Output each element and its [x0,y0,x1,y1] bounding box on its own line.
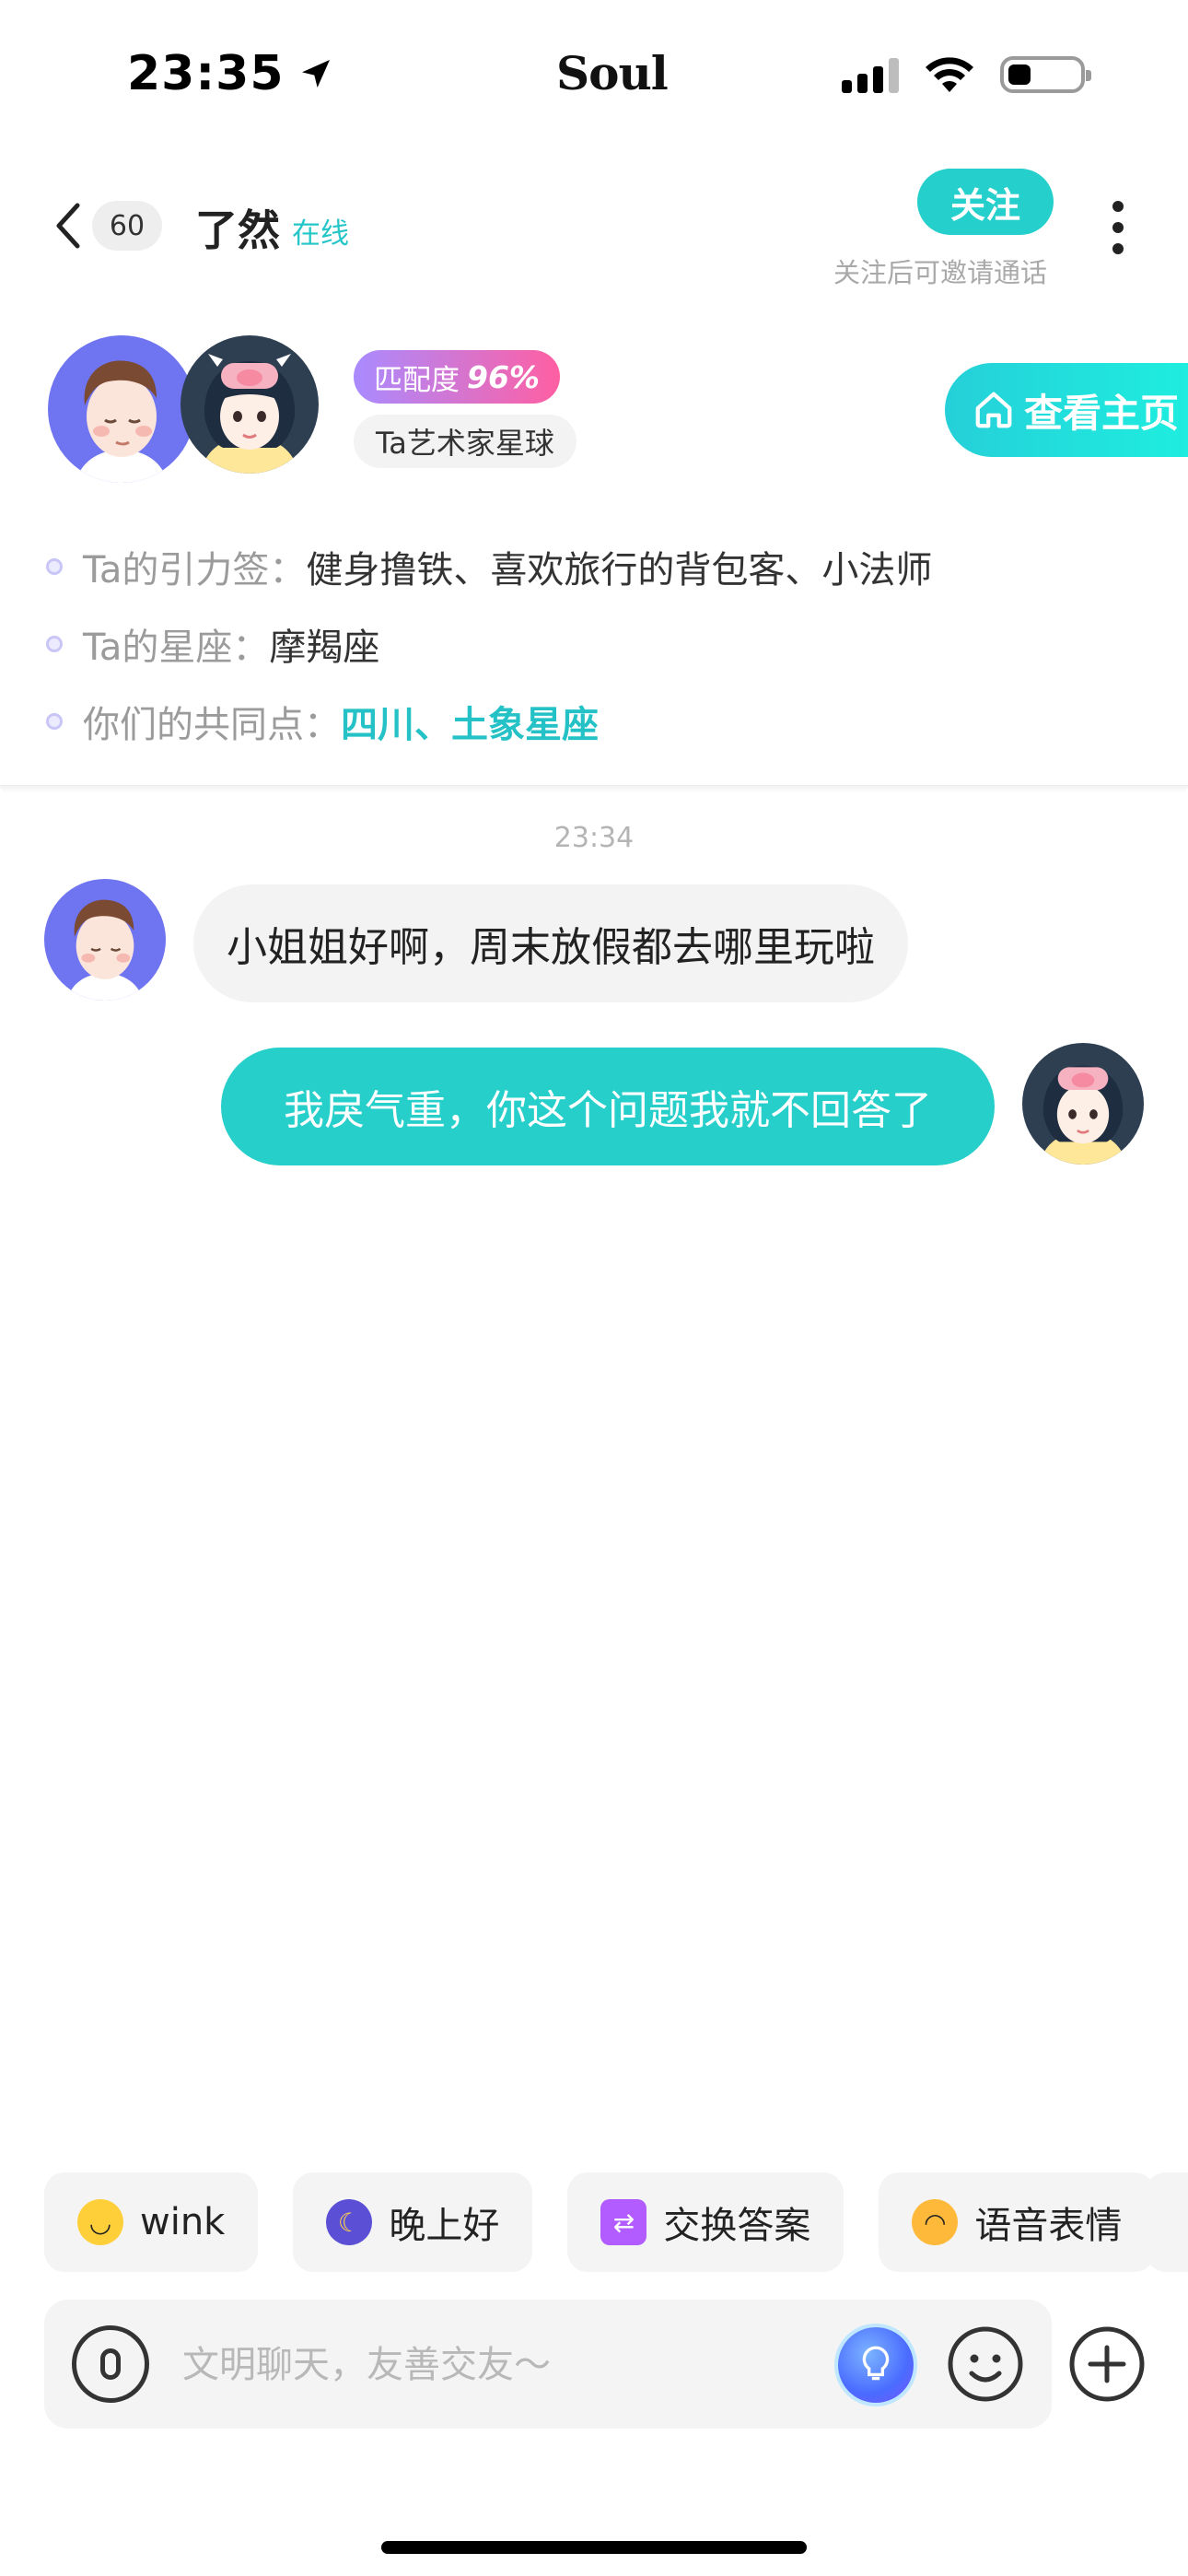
female-avatar-icon [201,354,298,474]
unread-count-badge[interactable]: 60 [92,201,162,251]
exchange-icon: ⇄ [600,2199,647,2245]
ai-assistant-icon[interactable] [838,2327,914,2403]
info-row-zodiac: Ta的星座： 摩羯座 [46,617,379,671]
planet-tag: Ta艺术家星球 [354,415,577,468]
quick-reply-good-evening[interactable]: ☾ 晚上好 [293,2172,533,2272]
emoji-icon[interactable] [947,2325,1024,2403]
info-value: 健身撸铁、喜欢旅行的背包客、小法师 [306,549,933,591]
info-value: 摩羯座 [269,626,380,669]
follow-button[interactable]: 关注 [917,169,1054,235]
quick-reply-exchange-answers[interactable]: ⇄ 交换答案 [567,2172,844,2272]
quick-reply-bar: ◡ wink ☾ 晚上好 ⇄ 交换答案 ◠ 语音表情 [44,2172,1156,2272]
info-row-common: 你们的共同点： 四川、土象星座 [46,695,599,748]
match-value: 96% [467,358,540,395]
match-badge: 匹配度 96% [354,350,560,404]
quick-reply-wink[interactable]: ◡ wink [44,2172,259,2272]
voice-input-icon[interactable] [72,2325,149,2403]
signal-icon [842,56,899,93]
bullet-icon [46,558,63,575]
follow-tip: 关注后可邀请通话 [833,257,1048,288]
battery-icon [1000,56,1091,93]
match-label: 匹配度 [374,363,460,397]
info-label: 你们的共同点： [83,704,341,746]
wifi-icon [926,57,973,92]
info-label: Ta的引力签： [83,549,307,591]
female-avatar-icon [1040,1065,1126,1165]
chat-timestamp: 23:34 [553,822,635,854]
male-avatar-icon [76,360,168,483]
bullet-icon [46,713,63,730]
message-input[interactable] [181,2335,810,2395]
quick-reply-overflow[interactable] [1146,2172,1188,2272]
home-icon [975,392,1012,428]
message-bubble-sent[interactable]: 我戾气重，你这个问题我就不回答了 [221,1048,995,1165]
quick-reply-label: 交换答案 [663,2205,811,2247]
message-bubble-received[interactable]: 小姐姐好啊，周末放假都去哪里玩啦 [193,884,908,1002]
status-icons [842,55,1091,94]
male-avatar-icon [66,899,144,1001]
moon-emoji-icon: ☾ [326,2199,373,2245]
status-brand: Soul [556,46,669,100]
view-homepage-button[interactable]: 查看主页 [945,363,1188,457]
wink-emoji-icon: ◡ [77,2199,123,2245]
profile-card-divider [0,785,1188,793]
info-label: Ta的星座： [83,626,270,669]
info-row-tags: Ta的引力签： 健身撸铁、喜欢旅行的背包客、小法师 [46,540,932,593]
message-avatar-other[interactable] [44,879,166,1001]
quick-reply-label: 语音表情 [974,2205,1123,2247]
add-icon[interactable] [1068,2325,1146,2403]
contact-name: 了然 [195,205,280,255]
more-options-icon[interactable] [1111,201,1125,254]
bullet-icon [46,636,63,652]
other-user-avatar[interactable] [48,335,195,483]
location-arrow-icon [301,60,330,88]
quick-reply-label: 晚上好 [389,2205,500,2247]
quick-reply-label: wink [140,2201,226,2243]
common-points-value: 四川、土象星座 [341,704,599,746]
homepage-label: 查看主页 [1024,390,1180,436]
online-status: 在线 [292,217,349,251]
quick-reply-voice-emoji[interactable]: ◠ 语音表情 [879,2172,1156,2272]
message-avatar-me[interactable] [1022,1043,1144,1165]
home-indicator [381,2541,807,2554]
back-icon[interactable] [46,196,92,255]
status-time: 23:35 [127,46,334,101]
my-avatar[interactable] [181,335,319,474]
status-time-text: 23:35 [127,46,285,101]
voice-emoji-icon: ◠ [912,2199,959,2245]
